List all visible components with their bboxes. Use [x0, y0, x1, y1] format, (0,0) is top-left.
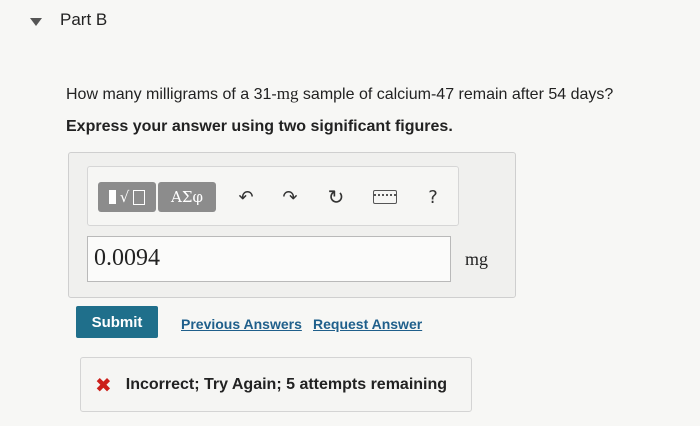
feedback-message: Incorrect; Try Again; 5 attempts remaini…	[125, 375, 448, 393]
box-icon	[133, 189, 146, 205]
reset-icon[interactable]: ↻	[324, 185, 348, 209]
help-button[interactable]: ?	[422, 185, 444, 209]
question-text-after: sample of calcium-47 remain after 54 day…	[298, 86, 614, 103]
part-header[interactable]: Part B	[30, 10, 107, 30]
feedback-box: ✖ Incorrect; Try Again; 5 attempts remai…	[80, 357, 472, 412]
keyboard-icon[interactable]	[372, 185, 398, 209]
greek-symbols-button[interactable]: ΑΣφ	[158, 182, 216, 212]
keyboard-shape	[373, 190, 397, 204]
templates-button[interactable]: √	[98, 182, 156, 212]
submit-button[interactable]: Submit	[76, 306, 158, 338]
collapse-caret-icon[interactable]	[30, 17, 42, 26]
redo-icon[interactable]: ↷	[278, 185, 302, 209]
answer-unit: mg	[465, 249, 489, 269]
question-unit: mg	[276, 84, 299, 103]
question-text: How many milligrams of a 31-mg sample of…	[66, 84, 613, 104]
sqrt-icon: √	[119, 188, 130, 206]
templates-block-icon	[108, 190, 116, 204]
math-toolbar: √ ΑΣφ ↶ ↷ ↻ ?	[87, 166, 459, 226]
x-icon: ✖	[95, 372, 112, 397]
answer-panel: √ ΑΣφ ↶ ↷ ↻ ? 0.0094 mg	[68, 152, 516, 298]
question-text-before: How many milligrams of a 31-	[66, 86, 277, 103]
instruction-text: Express your answer using two significan…	[66, 118, 453, 135]
previous-answers-link[interactable]: Previous Answers	[181, 316, 302, 332]
page: Part B How many milligrams of a 31-mg sa…	[0, 0, 700, 426]
part-title: Part B	[60, 10, 108, 29]
answer-input[interactable]: 0.0094	[87, 236, 451, 282]
undo-icon[interactable]: ↶	[234, 185, 258, 209]
request-answer-link[interactable]: Request Answer	[313, 316, 422, 332]
